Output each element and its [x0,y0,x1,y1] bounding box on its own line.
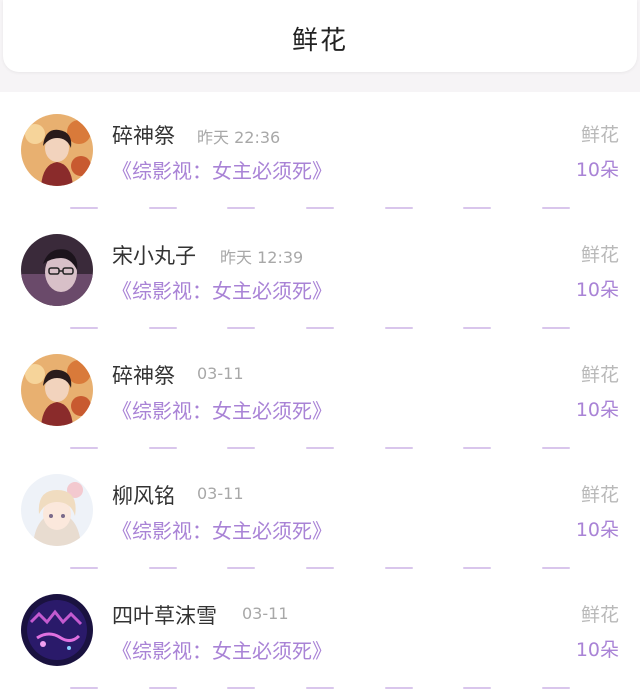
avatar[interactable] [21,594,93,666]
user-name[interactable]: 柳风铭 [112,480,175,510]
book-title-link[interactable]: 《综影视：女主必须死》 [112,275,332,304]
divider [70,447,570,450]
header-bar: 鲜花 [3,0,637,72]
timestamp: 03-11 [242,604,289,623]
avatar[interactable] [21,114,93,186]
flower-list: 碎神祭 昨天 22:36 《综影视：女主必须死》 鲜花 10朵 宋小丸子 昨天 … [0,92,640,698]
gift-type: 鲜花 [580,604,619,626]
list-item[interactable]: 宋小丸子 昨天 12:39 《综影视：女主必须死》 鲜花 10朵 [0,212,640,332]
avatar[interactable] [21,474,93,546]
avatar[interactable] [21,354,93,426]
gift-count: 10朵 [575,279,619,301]
gift-type: 鲜花 [580,364,619,386]
user-name[interactable]: 宋小丸子 [112,240,196,270]
gift-type: 鲜花 [580,244,619,266]
gift-count: 10朵 [575,639,619,661]
gift-type: 鲜花 [580,484,619,506]
divider [70,567,570,570]
book-title-link[interactable]: 《综影视：女主必须死》 [112,395,332,424]
user-name[interactable]: 四叶草沫雪 [112,600,217,630]
timestamp: 昨天 12:39 [220,248,304,267]
user-name[interactable]: 碎神祭 [112,360,175,390]
list-item[interactable]: 四叶草沫雪 03-11 《综影视：女主必须死》 鲜花 10朵 [0,572,640,692]
user-name[interactable]: 碎神祭 [112,120,175,150]
gift-count: 10朵 [575,159,619,181]
list-item[interactable]: 碎神祭 昨天 22:36 《综影视：女主必须死》 鲜花 10朵 [0,92,640,212]
divider [70,207,570,210]
gift-type: 鲜花 [580,124,619,146]
divider [70,687,570,690]
avatar[interactable] [21,234,93,306]
list-item[interactable]: 柳风铭 03-11 《综影视：女主必须死》 鲜花 10朵 [0,452,640,572]
timestamp: 03-11 [197,364,244,383]
timestamp: 昨天 22:36 [197,128,281,147]
list-item[interactable]: 碎神祭 03-11 《综影视：女主必须死》 鲜花 10朵 [0,332,640,452]
gift-count: 10朵 [575,519,619,541]
book-title-link[interactable]: 《综影视：女主必须死》 [112,635,332,664]
timestamp: 03-11 [197,484,244,503]
book-title-link[interactable]: 《综影视：女主必须死》 [112,155,332,184]
book-title-link[interactable]: 《综影视：女主必须死》 [112,515,332,544]
page-title: 鲜花 [291,26,348,56]
divider [70,327,570,330]
gift-count: 10朵 [575,399,619,421]
